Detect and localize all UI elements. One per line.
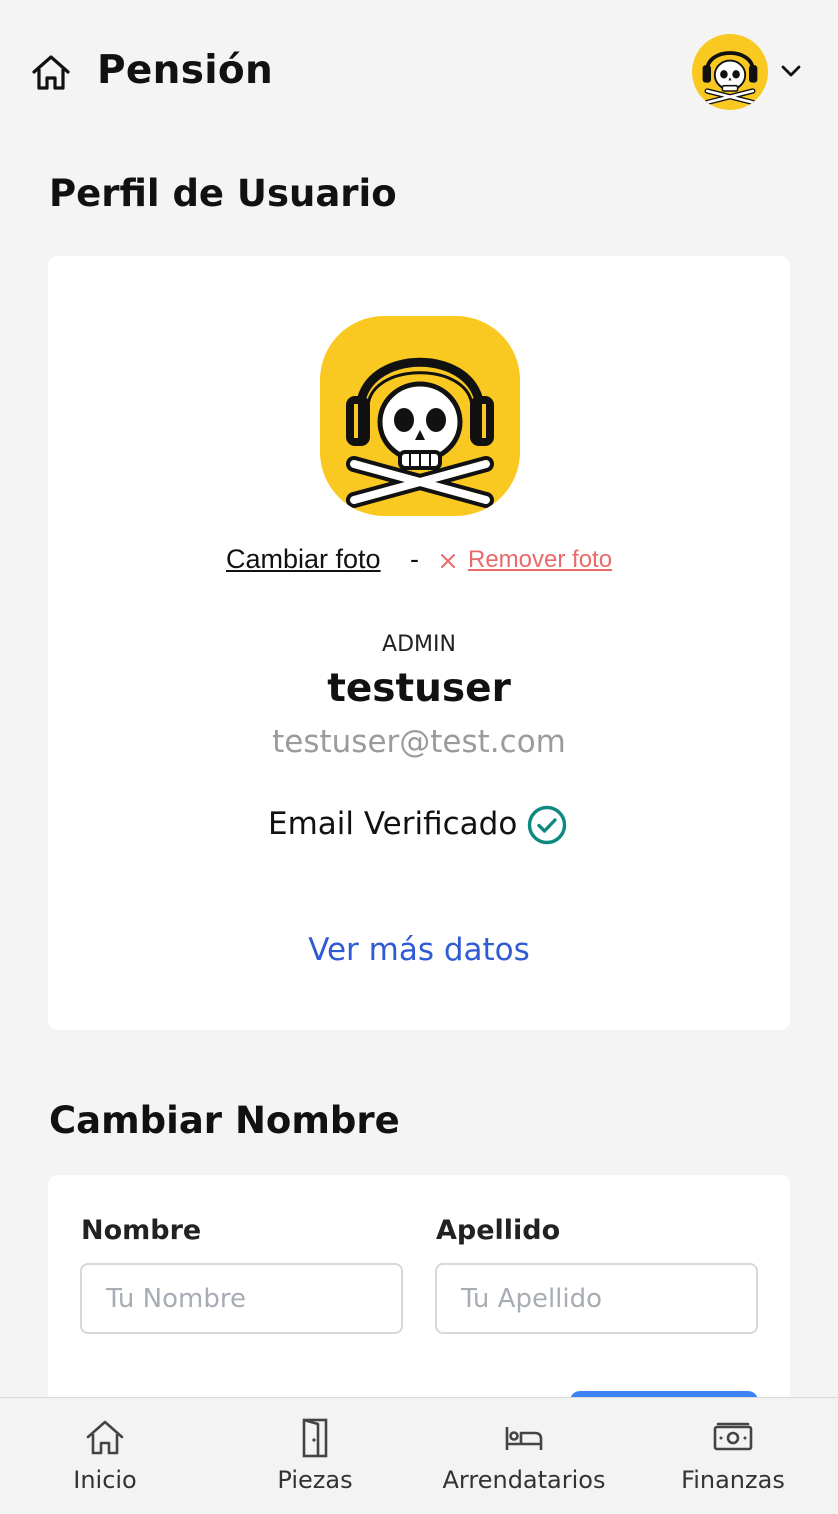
nav-label-piezas: Piezas bbox=[277, 1466, 353, 1494]
photo-actions: Cambiar foto - Remover foto bbox=[48, 544, 790, 580]
home-icon[interactable] bbox=[30, 52, 72, 94]
email-verified-label: Email Verificado bbox=[268, 806, 518, 842]
user-avatar[interactable] bbox=[692, 34, 768, 110]
nav-label-finanzas: Finanzas bbox=[681, 1466, 785, 1494]
change-photo-link[interactable]: Cambiar foto bbox=[226, 544, 381, 575]
change-name-card: Nombre Apellido bbox=[48, 1175, 790, 1435]
first-name-input[interactable] bbox=[80, 1263, 403, 1334]
nav-item-piezas[interactable]: Piezas bbox=[210, 1398, 420, 1514]
profile-photo bbox=[320, 316, 520, 516]
nav-label-arrendatarios: Arrendatarios bbox=[442, 1466, 606, 1494]
top-bar: Pensión bbox=[0, 0, 838, 148]
nav-item-inicio[interactable]: Inicio bbox=[0, 1398, 210, 1514]
skull-headphones-icon bbox=[702, 51, 758, 106]
remove-photo-link[interactable]: Remover foto bbox=[468, 546, 612, 574]
username: testuser bbox=[327, 666, 511, 711]
profile-card: Cambiar foto - Remover foto ADMIN testus… bbox=[48, 256, 790, 1030]
app-title: Pensión bbox=[97, 48, 274, 93]
nav-label-inicio: Inicio bbox=[73, 1466, 137, 1494]
change-name-section-title: Cambiar Nombre bbox=[49, 1099, 400, 1142]
last-name-label: Apellido bbox=[436, 1215, 561, 1246]
nav-item-arrendatarios[interactable]: Arrendatarios bbox=[419, 1398, 629, 1514]
first-name-label: Nombre bbox=[81, 1215, 202, 1246]
separator: - bbox=[410, 544, 419, 574]
door-icon bbox=[295, 1418, 335, 1458]
profile-section-title: Perfil de Usuario bbox=[49, 172, 397, 215]
last-name-input[interactable] bbox=[435, 1263, 758, 1334]
more-data-link[interactable]: Ver más datos bbox=[48, 932, 790, 968]
email-verified-status: Email Verificado bbox=[268, 804, 578, 848]
bed-icon bbox=[504, 1418, 544, 1458]
user-role: ADMIN bbox=[382, 632, 456, 657]
bottom-nav: Inicio Piezas Arrendatarios Finanzas bbox=[0, 1397, 838, 1514]
check-circle-icon bbox=[526, 804, 568, 846]
skull-headphones-icon bbox=[346, 357, 494, 508]
close-icon[interactable] bbox=[440, 553, 456, 569]
money-icon bbox=[713, 1418, 753, 1458]
user-email: testuser@test.com bbox=[272, 724, 566, 760]
nav-item-finanzas[interactable]: Finanzas bbox=[628, 1398, 838, 1514]
chevron-down-icon[interactable] bbox=[779, 62, 803, 80]
home-icon bbox=[85, 1418, 125, 1458]
